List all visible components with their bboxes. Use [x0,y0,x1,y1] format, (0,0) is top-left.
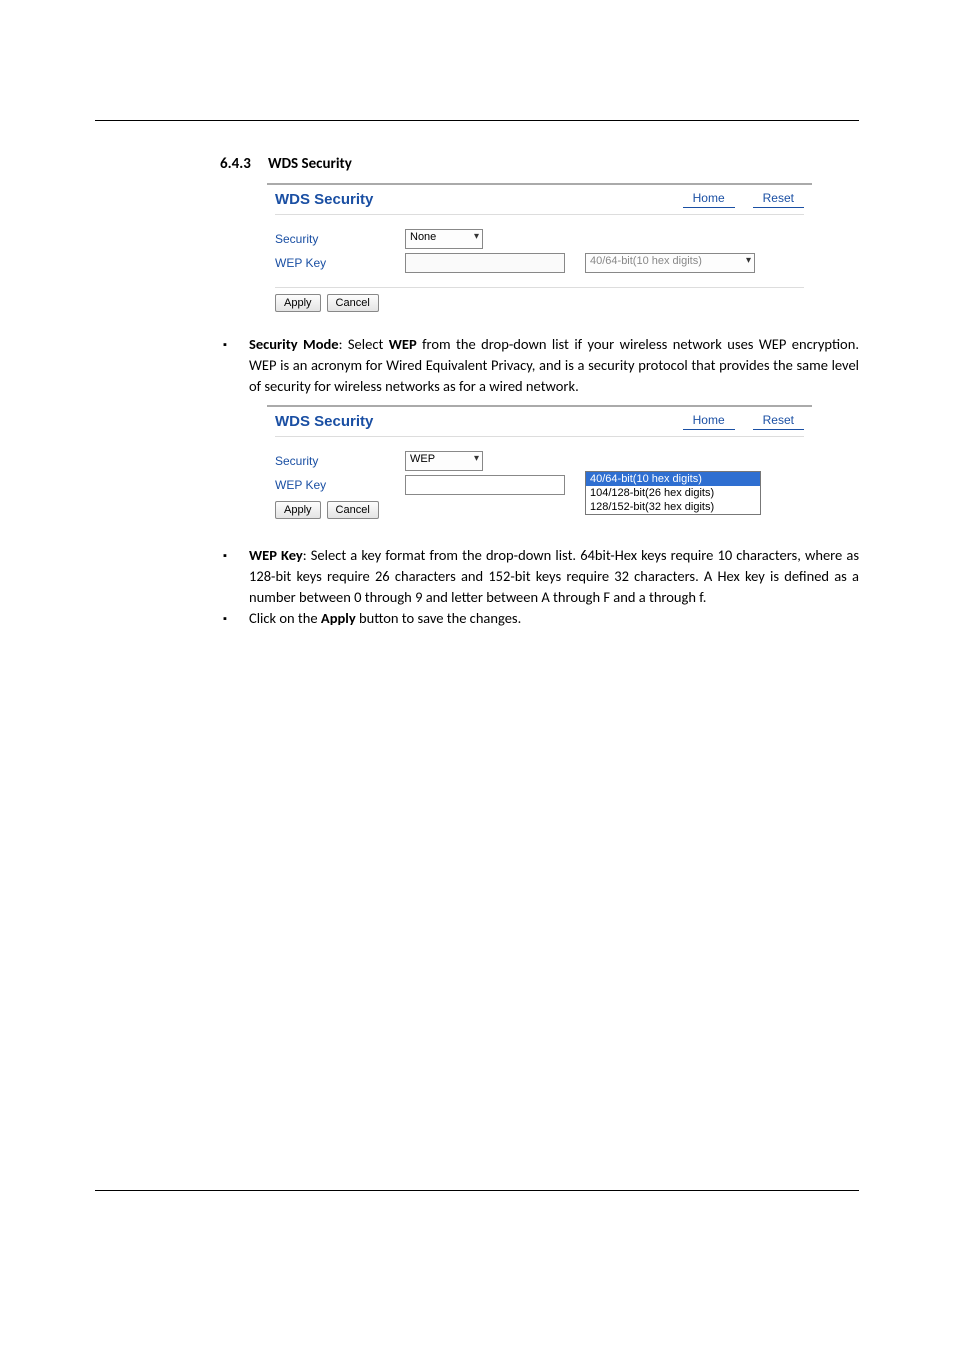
wepkey-label: WEP Key [275,256,405,270]
bullet-text: WEP Key: Select a key format from the dr… [249,545,859,608]
apply-word: Apply [321,609,356,627]
section-title: WDS Security [268,155,352,173]
paragraph-wep-key: WEP Key: Select a key format from the dr… [223,545,859,608]
home-link[interactable]: Home [683,413,735,430]
security-row: Security WEP [275,449,804,473]
security-label: Security [275,232,405,246]
bullet-text: Click on the Apply button to save the ch… [249,608,859,630]
panel-links: Home Reset [683,413,804,430]
wds-panel-wep: WDS Security Home Reset Security WEP WEP… [267,405,812,523]
panel-header: WDS Security Home Reset [275,413,804,437]
home-link[interactable]: Home [683,191,735,208]
panel-links: Home Reset [683,191,804,208]
wepkey-format-dropdown[interactable]: 40/64-bit(10 hex digits) 104/128-bit(26 … [585,471,761,515]
wepkey-row: WEP Key 40/64-bit(10 hex digits) [275,251,804,275]
top-rule [95,120,859,121]
apply-button[interactable]: Apply [275,501,321,519]
bullet-text: Security Mode: Select WEP from the drop-… [249,334,859,397]
reset-link[interactable]: Reset [753,191,804,208]
bullet-label: Security Mode [249,335,339,353]
wepkey-format-select[interactable]: 40/64-bit(10 hex digits) [585,253,755,273]
cancel-button[interactable]: Cancel [327,294,379,312]
security-select-wrap: WEP [405,451,483,471]
panel-title: WDS Security [275,191,373,208]
bullet-icon [223,608,231,630]
bullet-icon [223,334,231,397]
bullet-icon [223,545,231,608]
bottom-rule [95,1190,859,1191]
panel-header: WDS Security Home Reset [275,191,804,215]
security-label: Security [275,454,405,468]
security-select-wrap: None [405,229,483,249]
wep-word: WEP [389,335,417,353]
wds-panel-none: WDS Security Home Reset Security None WE… [267,183,812,316]
security-select[interactable]: WEP [405,451,483,471]
dd-option-104-128[interactable]: 104/128-bit(26 hex digits) [586,486,760,500]
paragraph-apply: Click on the Apply button to save the ch… [223,608,859,630]
button-row: Apply Cancel [275,287,804,312]
section-number: 6.4.3 [220,155,268,173]
cancel-button[interactable]: Cancel [327,501,379,519]
dd-option-128-152[interactable]: 128/152-bit(32 hex digits) [586,500,760,514]
wepkey-label: WEP Key [275,478,405,492]
wepkey-input[interactable] [405,253,565,273]
wepkey-input[interactable] [405,475,565,495]
section-heading: 6.4.3 WDS Security [220,155,859,173]
paragraph-security-mode: Security Mode: Select WEP from the drop-… [95,334,859,397]
apply-button[interactable]: Apply [275,294,321,312]
wepkey-format-wrap: 40/64-bit(10 hex digits) [585,253,755,273]
security-select[interactable]: None [405,229,483,249]
dd-option-40-64[interactable]: 40/64-bit(10 hex digits) [586,472,760,486]
reset-link[interactable]: Reset [753,413,804,430]
security-row: Security None [275,227,804,251]
wepkey-format-select-wrap: 40/64-bit(10 hex digits) [585,253,755,273]
panel-title: WDS Security [275,413,373,430]
bullet-label: WEP Key [249,546,303,564]
